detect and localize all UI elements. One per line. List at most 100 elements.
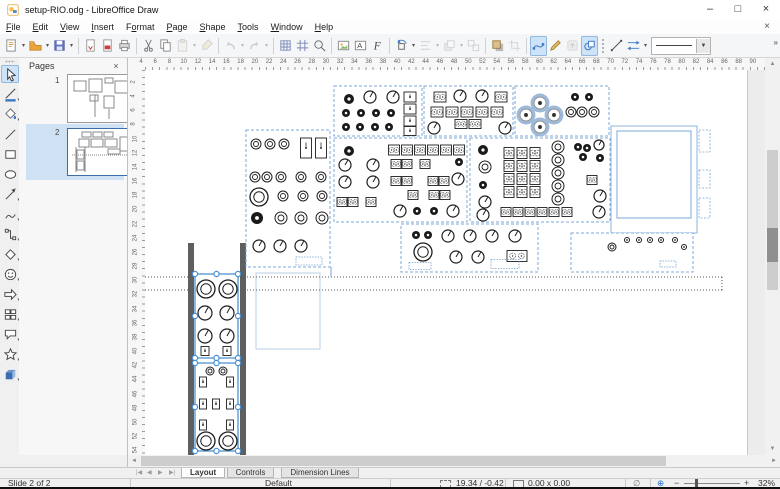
pages-panel-close-icon[interactable]: × <box>110 60 122 72</box>
selection-handle[interactable] <box>235 448 240 453</box>
layer-nav-icon[interactable]: ▶| <box>169 469 175 476</box>
menu-window[interactable]: Window <box>265 20 309 34</box>
panel-top-a[interactable] <box>334 86 422 136</box>
scroll-left-icon[interactable]: ◄ <box>128 455 140 467</box>
rectangle-tool[interactable] <box>1 145 19 163</box>
line-style-select[interactable]: ▼ <box>651 37 711 55</box>
panel-mid-a[interactable] <box>334 138 467 222</box>
panel-mid-b[interactable] <box>470 138 610 222</box>
dotted-tab[interactable] <box>699 198 710 218</box>
undo-icon[interactable]: ▾ <box>222 36 246 56</box>
large-knob[interactable] <box>219 280 237 298</box>
selection-handle[interactable] <box>192 448 197 453</box>
selection-handle[interactable] <box>214 448 219 453</box>
clone-formatting-icon[interactable] <box>198 36 215 56</box>
layer-tab-controls[interactable]: Controls <box>227 468 275 478</box>
insert-object-icon[interactable] <box>564 36 581 56</box>
print-icon[interactable] <box>116 36 133 56</box>
menu-format[interactable]: Format <box>120 20 161 34</box>
3d-objects-tool[interactable]: ▾ <box>1 365 19 383</box>
scroll-down-icon[interactable]: ▼ <box>765 443 780 455</box>
shadow-icon[interactable] <box>489 36 506 56</box>
stars-banners-tool[interactable]: ▾ <box>1 345 19 363</box>
ellipse-tool[interactable] <box>1 165 19 183</box>
flowchart-tool[interactable]: ▾ <box>1 305 19 323</box>
open-icon[interactable]: ▾ <box>27 36 51 56</box>
switch[interactable] <box>504 174 514 185</box>
dropdown-arrow-icon[interactable]: ▾ <box>191 42 198 49</box>
selection-handle[interactable] <box>235 360 240 365</box>
insert-textbox-icon[interactable]: A <box>352 36 369 56</box>
align-objects-icon[interactable]: ▾ <box>417 36 441 56</box>
vertical-scrollbar[interactable]: ▲ ▼ <box>765 58 780 455</box>
dropdown-arrow-icon[interactable]: ▾ <box>642 42 649 49</box>
toolbar-overflow-icon[interactable]: » <box>774 38 778 47</box>
switch[interactable] <box>530 161 540 172</box>
panel-left[interactable] <box>246 130 330 267</box>
redo-icon[interactable]: ▾ <box>246 36 270 56</box>
menu-tools[interactable]: Tools <box>232 20 265 34</box>
copy-icon[interactable] <box>157 36 174 56</box>
panel-below-screen[interactable] <box>571 233 693 272</box>
selection-handle[interactable] <box>192 313 197 318</box>
basic-shapes-tool[interactable]: ▾ <box>1 245 19 263</box>
switch[interactable] <box>517 161 527 172</box>
rack-module-top[interactable] <box>192 271 240 360</box>
insert-line-icon[interactable] <box>608 36 625 56</box>
scroll-right-icon[interactable]: ► <box>768 455 780 467</box>
dropdown-arrow-icon[interactable]: ▾ <box>410 42 417 49</box>
switch[interactable] <box>504 148 514 159</box>
selection-handle[interactable] <box>235 313 240 318</box>
insert-image-icon[interactable] <box>335 36 352 56</box>
layer-nav-icon[interactable]: ◀ <box>147 469 152 476</box>
zoom-icon[interactable] <box>311 36 328 56</box>
arrange-icon[interactable]: ▾ <box>441 36 465 56</box>
export-pdf-icon[interactable] <box>99 36 116 56</box>
switch[interactable] <box>402 145 413 155</box>
switch[interactable] <box>517 148 527 159</box>
dropdown-arrow-icon[interactable]: ▾ <box>44 42 51 49</box>
callout-shapes-tool[interactable]: ▾ <box>1 325 19 343</box>
cut-icon[interactable] <box>140 36 157 56</box>
switch[interactable] <box>389 145 400 155</box>
close-document-icon[interactable]: × <box>760 20 774 34</box>
vertical-scroll-thumb[interactable] <box>767 150 778 290</box>
large-knob[interactable] <box>197 432 215 450</box>
menu-page[interactable]: Page <box>160 20 193 34</box>
line-color-tool[interactable]: ▾ <box>1 85 19 103</box>
dropdown-arrow-icon[interactable]: ▾ <box>68 42 75 49</box>
drawing-canvas[interactable] <box>145 70 765 455</box>
large-knob[interactable] <box>250 188 268 206</box>
zoom-slider[interactable] <box>684 483 740 484</box>
line-ends-icon[interactable]: ▾ <box>625 36 649 56</box>
edit-points-icon[interactable] <box>530 36 547 56</box>
dotted-tab[interactable] <box>699 130 710 152</box>
selection-handle[interactable] <box>235 271 240 276</box>
switch[interactable] <box>504 187 514 198</box>
layer-tab-layout[interactable]: Layout <box>181 468 225 478</box>
selection-handle[interactable] <box>192 271 197 276</box>
menu-insert[interactable]: Insert <box>85 20 120 34</box>
horizontal-scrollbar[interactable]: ◄ ► <box>128 455 780 467</box>
dropdown-arrow-icon[interactable]: ▾ <box>434 42 441 49</box>
layer-nav-icon[interactable]: ▶ <box>158 469 163 476</box>
switch[interactable] <box>517 174 527 185</box>
rack-module-bottom[interactable] <box>192 360 240 453</box>
selection-handle[interactable] <box>192 404 197 409</box>
dropdown-arrow-icon[interactable]: ▾ <box>20 42 27 49</box>
layer-tab-dimension-lines[interactable]: Dimension Lines <box>281 468 358 478</box>
helplines-icon[interactable] <box>294 36 311 56</box>
save-icon[interactable]: ▾ <box>51 36 75 56</box>
lines-and-arrows-tool[interactable]: ▾ <box>1 185 19 203</box>
maximize-button[interactable]: □ <box>724 0 752 19</box>
dotted-tab[interactable] <box>699 170 710 188</box>
new-icon[interactable]: ▾ <box>3 36 27 56</box>
block-arrows-tool[interactable]: ▾ <box>1 285 19 303</box>
panel-top-b[interactable] <box>424 86 513 136</box>
menu-shape[interactable]: Shape <box>194 20 232 34</box>
glue-points-icon[interactable] <box>547 36 564 56</box>
group-icon[interactable] <box>465 36 482 56</box>
menu-view[interactable]: View <box>54 20 85 34</box>
fill-color-tool[interactable]: ▾ <box>1 105 19 123</box>
selection-handle[interactable] <box>192 360 197 365</box>
